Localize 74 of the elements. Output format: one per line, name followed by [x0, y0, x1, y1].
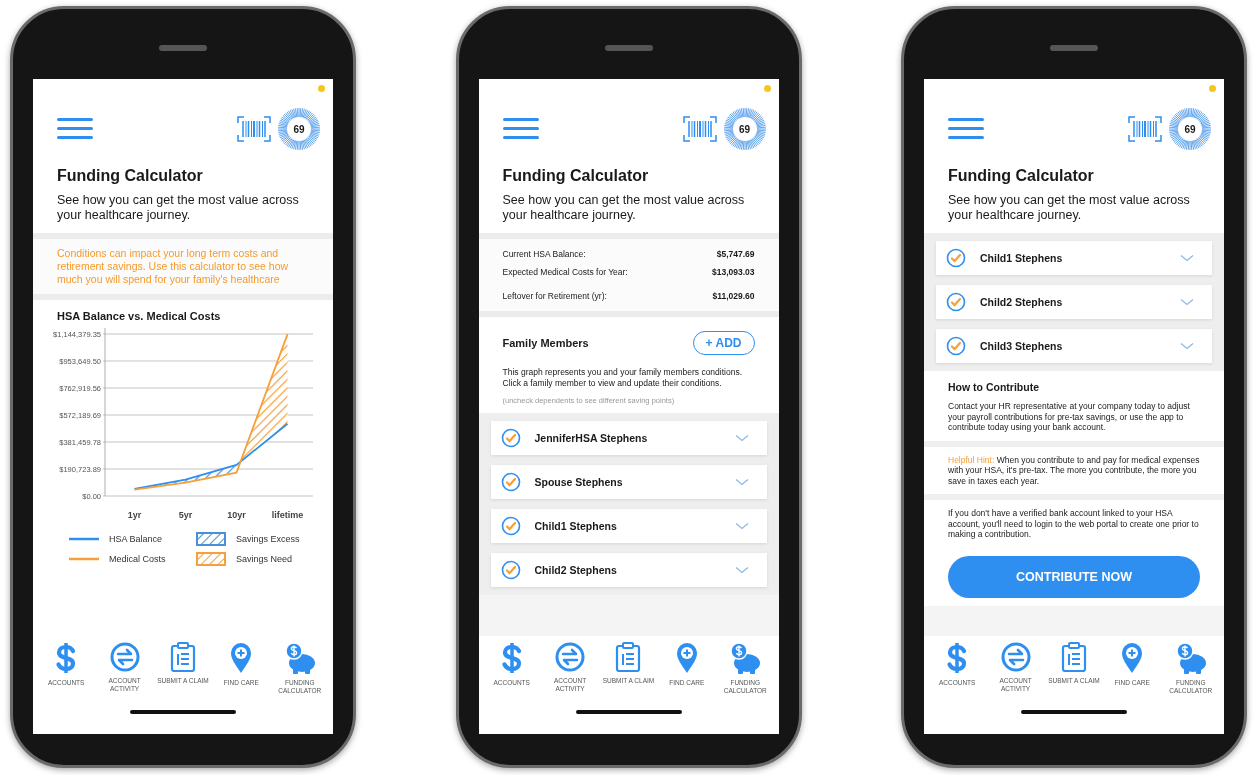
chevron-down-icon	[1180, 254, 1194, 262]
checked-circle-icon[interactable]	[500, 516, 521, 536]
location-pin-icon	[674, 642, 699, 674]
menu-icon[interactable]	[948, 118, 984, 140]
summary-label: Current HSA Balance:	[502, 249, 586, 259]
speaker-slot	[159, 45, 207, 51]
family-member-row[interactable]: Child3 Stephens	[936, 329, 1212, 363]
chevron-down-icon	[734, 478, 749, 486]
exchange-icon	[1000, 642, 1031, 672]
paragraph-text: Contact your HR representative at your company today to adjust your payroll contributions for pre-tax savings, or use the app to contribute today using your bank account.	[948, 401, 1191, 433]
section-title: Family Members	[502, 337, 589, 349]
legend-label: HSA Balance	[109, 534, 163, 544]
location-pin-icon	[1120, 642, 1145, 674]
checked-circle-icon[interactable]	[946, 248, 966, 268]
category-label: 1yr	[127, 510, 142, 520]
page-title: Funding Calculator	[947, 166, 1095, 185]
family-member-row[interactable]: Child1 Stephens	[936, 241, 1212, 275]
clipboard-icon	[1060, 642, 1087, 672]
menu-icon[interactable]	[502, 118, 539, 140]
family-member-row[interactable]: Child1 Stephens	[490, 509, 767, 543]
section-title: How to Contribute	[948, 381, 1040, 393]
speaker-slot	[1050, 45, 1098, 51]
checked-circle-icon[interactable]	[946, 336, 966, 356]
score-badge[interactable]: 69	[1168, 107, 1212, 151]
summary-label: Expected Medical Costs for Year:	[502, 267, 628, 277]
category-label: lifetime	[271, 510, 304, 520]
exchange-icon	[555, 642, 586, 672]
clipboard-icon	[169, 642, 196, 672]
location-pin-icon	[229, 642, 254, 674]
clipboard-icon	[615, 642, 642, 672]
checked-circle-icon[interactable]	[946, 292, 966, 312]
category-label: 10yr	[227, 510, 246, 520]
family-member-row[interactable]: Child2 Stephens	[490, 553, 767, 587]
notice-text: Conditions can impact your long term costs and retirement savings. Use this calculator to see how much you will spend for your family's healthcare	[57, 247, 290, 286]
status-dot-icon	[1209, 84, 1216, 92]
exchange-icon	[109, 642, 140, 672]
page-subtitle: See how you can get the most value across your healthcare journey.	[501, 192, 746, 224]
score-badge[interactable]: 69	[277, 107, 321, 151]
legend-label: Savings Need	[236, 554, 293, 564]
barcode-scan-icon[interactable]	[237, 116, 271, 142]
family-member-row[interactable]: Child2 Stephens	[936, 285, 1212, 319]
page-title: Funding Calculator	[501, 166, 650, 185]
hint-text: Helpful Hint: When you contribute to and pay for medical expenses with your HSA, it's pre-tax. The more you contribute, the more you save in taxes each year.	[948, 454, 1200, 486]
summary-value: $13,093.03	[711, 267, 755, 277]
checked-circle-icon[interactable]	[500, 428, 521, 448]
page-subtitle: See how you can get the most value across your healthcare journey.	[947, 192, 1191, 224]
checked-circle-icon[interactable]	[500, 560, 521, 580]
family-member-row[interactable]: JenniferHSA Stephens	[490, 421, 767, 455]
checked-circle-icon[interactable]	[500, 472, 521, 492]
page-title: Funding Calculator	[56, 166, 204, 185]
category-label: 5yr	[178, 510, 193, 520]
status-dot-icon	[318, 84, 325, 92]
barcode-scan-icon[interactable]	[1128, 116, 1162, 142]
chevron-down-icon	[1180, 342, 1194, 350]
chevron-down-icon	[1180, 298, 1194, 306]
piggy-bank-icon	[728, 642, 763, 674]
page-subtitle: See how you can get the most value across your healthcare journey.	[56, 192, 300, 224]
legend-label: Medical Costs	[109, 554, 166, 564]
status-dot-icon	[763, 84, 771, 92]
legend-label: Savings Excess	[236, 534, 300, 544]
paragraph-text: If you don't have a verified bank account linked to your HSA account, you'll need to login to the web portal to create one prior to making a contribution.	[948, 508, 1200, 540]
summary-value: $11,029.60	[712, 291, 755, 301]
score-badge[interactable]: 69	[722, 107, 767, 151]
summary-value: $5,747.69	[716, 249, 755, 259]
family-member-row[interactable]: Spouse Stephens	[490, 465, 767, 499]
chevron-down-icon	[734, 522, 749, 530]
chevron-down-icon	[734, 566, 749, 574]
speaker-slot	[604, 45, 653, 51]
chevron-down-icon	[734, 434, 749, 442]
description-text: This graph represents you and your family members conditions. Click a family member to view and update their conditions.	[502, 367, 744, 388]
chart-title: HSA Balance vs. Medical Costs	[56, 310, 222, 322]
barcode-scan-icon[interactable]	[682, 116, 717, 142]
menu-icon[interactable]	[57, 118, 93, 140]
summary-label: Leftover for Retirement (yr):	[502, 291, 607, 301]
